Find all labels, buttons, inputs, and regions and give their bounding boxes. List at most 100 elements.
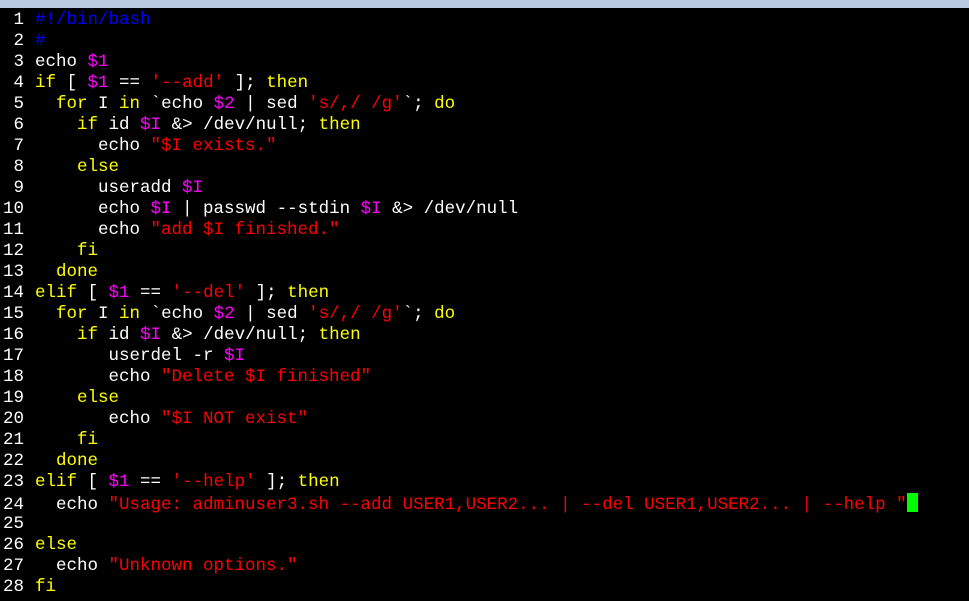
code-token-text: `; <box>402 304 435 324</box>
code-token-keyword: if <box>77 325 99 345</box>
line-number: 14 <box>2 283 24 303</box>
code-line[interactable]: 10 echo $I | passwd --stdin $I &> /dev/n… <box>0 199 518 220</box>
code-line[interactable]: 5 for I in `echo $2 | sed 's/,/ /g'`; do <box>0 94 455 115</box>
code-line[interactable]: 12 fi <box>0 241 98 262</box>
code-text: #!/bin/bash <box>24 10 151 31</box>
code-token-string: 's/,/ /g' <box>308 304 403 324</box>
code-token-text: echo <box>35 220 151 240</box>
code-token-text: echo <box>35 199 151 219</box>
code-token-text: == <box>129 472 172 492</box>
code-token-comment: # <box>35 31 46 51</box>
code-token-keyword: then <box>266 73 309 93</box>
code-text: echo "add $I finished." <box>24 220 340 241</box>
code-line[interactable]: 8 else <box>0 157 119 178</box>
code-text: useradd $I <box>24 178 203 199</box>
line-number: 3 <box>13 52 24 72</box>
code-token-string: "Delete $I finished" <box>161 367 372 387</box>
code-line[interactable]: 3 echo $1 <box>0 52 109 73</box>
code-line[interactable]: 28 fi <box>0 577 56 598</box>
code-token-variable: $I <box>360 199 382 219</box>
code-token-keyword: elif <box>35 472 78 492</box>
code-line[interactable]: 1 #!/bin/bash <box>0 10 151 31</box>
code-text: if id $I &> /dev/null; then <box>24 115 361 136</box>
line-number: 6 <box>13 115 24 135</box>
code-token-keyword: for <box>56 304 88 324</box>
code-line[interactable]: 23 elif [ $1 == '--help' ]; then <box>0 472 340 493</box>
code-text: echo "$I NOT exist" <box>24 409 309 430</box>
line-number: 7 <box>13 136 24 156</box>
code-line[interactable]: 15 for I in `echo $2 | sed 's/,/ /g'`; d… <box>0 304 455 325</box>
code-text: userdel -r $I <box>24 346 246 367</box>
line-number: 1 <box>13 10 24 30</box>
code-token-variable: $1 <box>108 283 130 303</box>
code-token-keyword: in <box>119 304 141 324</box>
line-number: 4 <box>13 73 24 93</box>
code-line[interactable]: 25 <box>0 514 35 535</box>
code-line[interactable]: 24 echo "Usage: adminuser3.sh --add USER… <box>0 493 918 515</box>
code-token-text: echo <box>35 136 151 156</box>
code-token-variable: $1 <box>108 472 130 492</box>
code-line[interactable]: 18 echo "Delete $I finished" <box>0 367 371 388</box>
line-number: 21 <box>2 430 24 450</box>
code-line[interactable]: 7 echo "$I exists." <box>0 136 277 157</box>
code-line[interactable]: 22 done <box>0 451 98 472</box>
code-token-variable: $I <box>182 178 204 198</box>
code-text: fi <box>24 577 56 598</box>
code-token-text: | passwd --stdin <box>171 199 361 219</box>
line-number: 13 <box>2 262 24 282</box>
code-token-text: echo <box>35 52 88 72</box>
code-line[interactable]: 11 echo "add $I finished." <box>0 220 340 241</box>
code-token-text: I <box>87 94 120 114</box>
code-token-text: id <box>98 115 141 135</box>
code-line[interactable]: 2 # <box>0 31 46 52</box>
code-text: elif [ $1 == '--del' ]; then <box>24 283 329 304</box>
code-token-keyword: done <box>56 262 99 282</box>
code-token-text: ]; <box>224 73 267 93</box>
line-number: 10 <box>2 199 24 219</box>
code-token-text: == <box>129 283 172 303</box>
code-line[interactable]: 9 useradd $I <box>0 178 203 199</box>
code-token-keyword: fi <box>35 577 57 597</box>
code-token-keyword: fi <box>77 430 99 450</box>
code-token-variable: $I <box>140 115 162 135</box>
code-line[interactable]: 21 fi <box>0 430 98 451</box>
code-line[interactable]: 27 echo "Unknown options." <box>0 556 298 577</box>
code-token-variable: $I <box>150 199 172 219</box>
code-token-text: echo <box>35 409 162 429</box>
code-line[interactable]: 16 if id $I &> /dev/null; then <box>0 325 361 346</box>
line-number: 24 <box>2 495 24 515</box>
code-token-string: 's/,/ /g' <box>308 94 403 114</box>
window-top-border <box>0 0 969 8</box>
line-number: 2 <box>13 31 24 51</box>
code-text: else <box>24 157 119 178</box>
code-line[interactable]: 6 if id $I &> /dev/null; then <box>0 115 361 136</box>
code-line[interactable]: 19 else <box>0 388 119 409</box>
code-token-variable: $1 <box>87 52 109 72</box>
code-line[interactable]: 4 if [ $1 == '--add' ]; then <box>0 73 308 94</box>
code-line[interactable]: 20 echo "$I NOT exist" <box>0 409 308 430</box>
code-text: # <box>24 31 46 52</box>
code-line[interactable]: 17 userdel -r $I <box>0 346 245 367</box>
line-number: 26 <box>2 535 24 555</box>
code-token-text: == <box>108 73 151 93</box>
code-line[interactable]: 26 else <box>0 535 77 556</box>
line-number: 9 <box>13 178 24 198</box>
code-text: echo "Unknown options." <box>24 556 298 577</box>
line-number: 5 <box>13 94 24 114</box>
code-token-variable: $2 <box>213 94 235 114</box>
code-token-keyword: else <box>77 388 120 408</box>
code-line[interactable]: 13 done <box>0 262 98 283</box>
code-editor[interactable]: 1 #!/bin/bash 2 #3 echo $1 4 if [ $1 == '--add… <box>0 10 969 601</box>
code-token-keyword: else <box>77 157 120 177</box>
code-line[interactable]: 14 elif [ $1 == '--del' ]; then <box>0 283 329 304</box>
code-text: echo "$I exists." <box>24 136 277 157</box>
code-token-text: &> /dev/null <box>381 199 519 219</box>
code-text: elif [ $1 == '--help' ]; then <box>24 472 340 493</box>
code-text: done <box>24 451 98 472</box>
